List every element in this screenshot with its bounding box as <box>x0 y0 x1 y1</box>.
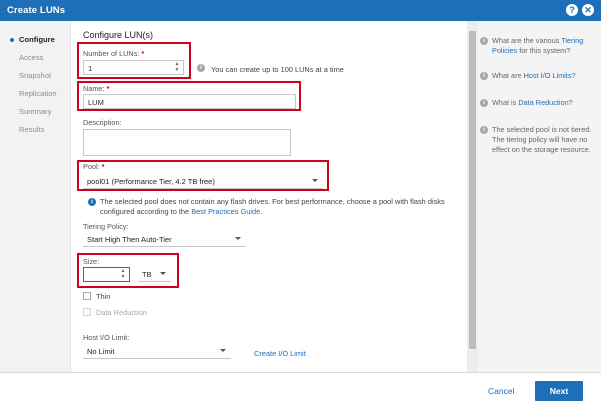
num-luns-label: Number of LUNs: * <box>83 49 145 58</box>
chevron-down-icon <box>235 237 241 240</box>
info-icon: i <box>197 64 205 72</box>
help-data-reduction: i What is Data Reduction? <box>480 98 596 108</box>
nav-step-snapshot[interactable]: Snapshot <box>19 71 51 80</box>
data-reduction-link[interactable]: Data Reduction <box>518 98 568 107</box>
size-unit-value: TB <box>142 270 152 279</box>
best-practices-link[interactable]: Best Practices Guide <box>191 207 260 216</box>
num-luns-value: 1 <box>88 64 93 73</box>
pool-value: pool01 (Performance Tier, 4.2 TB free) <box>87 177 215 186</box>
size-input[interactable]: ▲ ▼ <box>83 267 130 282</box>
num-luns-input[interactable]: 1 ▲ ▼ <box>83 60 184 75</box>
help-host-io: i What are Host I/O Limits? <box>480 71 596 81</box>
pool-notice: The selected pool does not contain any f… <box>100 197 445 216</box>
help-panel: i What are the various Tiering Policies … <box>478 21 601 372</box>
form-heading: Configure LUN(s) <box>83 30 154 40</box>
dialog-title: Create LUNs <box>7 5 66 16</box>
chevron-down-icon <box>312 179 318 182</box>
pool-select[interactable]: pool01 (Performance Tier, 4.2 TB free) <box>83 174 323 189</box>
num-luns-hint: You can create up to 100 LUNs at a time <box>211 65 344 74</box>
num-luns-spinner-icon[interactable]: ▲ ▼ <box>174 61 180 73</box>
host-io-limit-label: Host I/O Limit: <box>83 333 130 342</box>
data-reduction-label: Data Reduction <box>96 308 147 317</box>
tiering-policy-value: Start High Then Auto-Tier <box>87 235 172 244</box>
info-icon: i <box>480 37 488 45</box>
info-icon: i <box>88 198 96 206</box>
pool-label: Pool: * <box>83 162 105 171</box>
chevron-down-icon <box>220 349 226 352</box>
wizard-nav: Configure Access Snapshot Replication Su… <box>0 21 71 372</box>
dialog-footer: Cancel Next <box>0 372 601 411</box>
help-pool-note: i The selected pool is not tiered. The t… <box>480 125 596 155</box>
nav-step-summary[interactable]: Summary <box>19 107 52 116</box>
cancel-button[interactable]: Cancel <box>488 386 514 396</box>
data-reduction-checkbox[interactable] <box>83 308 91 316</box>
thin-checkbox[interactable] <box>83 292 91 300</box>
nav-step-replication[interactable]: Replication <box>19 89 57 98</box>
nav-step-results[interactable]: Results <box>19 125 44 134</box>
nav-step-configure[interactable]: Configure <box>19 35 55 44</box>
size-spinner-icon[interactable]: ▲ ▼ <box>120 268 126 280</box>
description-textarea[interactable] <box>83 129 291 156</box>
nav-step-access[interactable]: Access <box>19 53 43 62</box>
help-tiering: i What are the various Tiering Policies … <box>480 36 596 56</box>
close-icon[interactable]: ✕ <box>582 4 594 16</box>
size-unit-select[interactable]: TB <box>138 267 171 282</box>
configure-form: Configure LUN(s) Number of LUNs: * 1 ▲ ▼ … <box>72 21 467 372</box>
size-label: Size: <box>83 257 100 266</box>
name-input[interactable]: LUM <box>83 94 296 109</box>
name-label: Name: * <box>83 84 110 93</box>
host-io-limit-value: No Limit <box>87 347 115 356</box>
name-value: LUM <box>88 98 104 107</box>
info-icon: i <box>480 126 488 134</box>
tiering-policy-label: Tiering Policy: <box>83 222 129 231</box>
thin-label: Thin <box>96 292 111 301</box>
info-icon: i <box>480 99 488 107</box>
chevron-down-icon <box>160 272 166 275</box>
host-io-limits-link[interactable]: Host I/O Limits <box>524 71 572 80</box>
description-label: Description: <box>83 118 122 127</box>
help-icon[interactable]: ? <box>566 4 578 16</box>
tiering-policy-select[interactable]: Start High Then Auto-Tier <box>83 232 246 247</box>
dialog-titlebar: Create LUNs ? ✕ <box>0 0 601 21</box>
create-io-limit-link[interactable]: Create I/O Limit <box>254 349 306 358</box>
host-io-limit-select[interactable]: No Limit <box>83 344 231 359</box>
next-button[interactable]: Next <box>535 381 583 401</box>
info-icon: i <box>480 72 488 80</box>
active-step-bullet-icon <box>10 38 14 42</box>
scrollbar-thumb[interactable] <box>469 31 476 349</box>
